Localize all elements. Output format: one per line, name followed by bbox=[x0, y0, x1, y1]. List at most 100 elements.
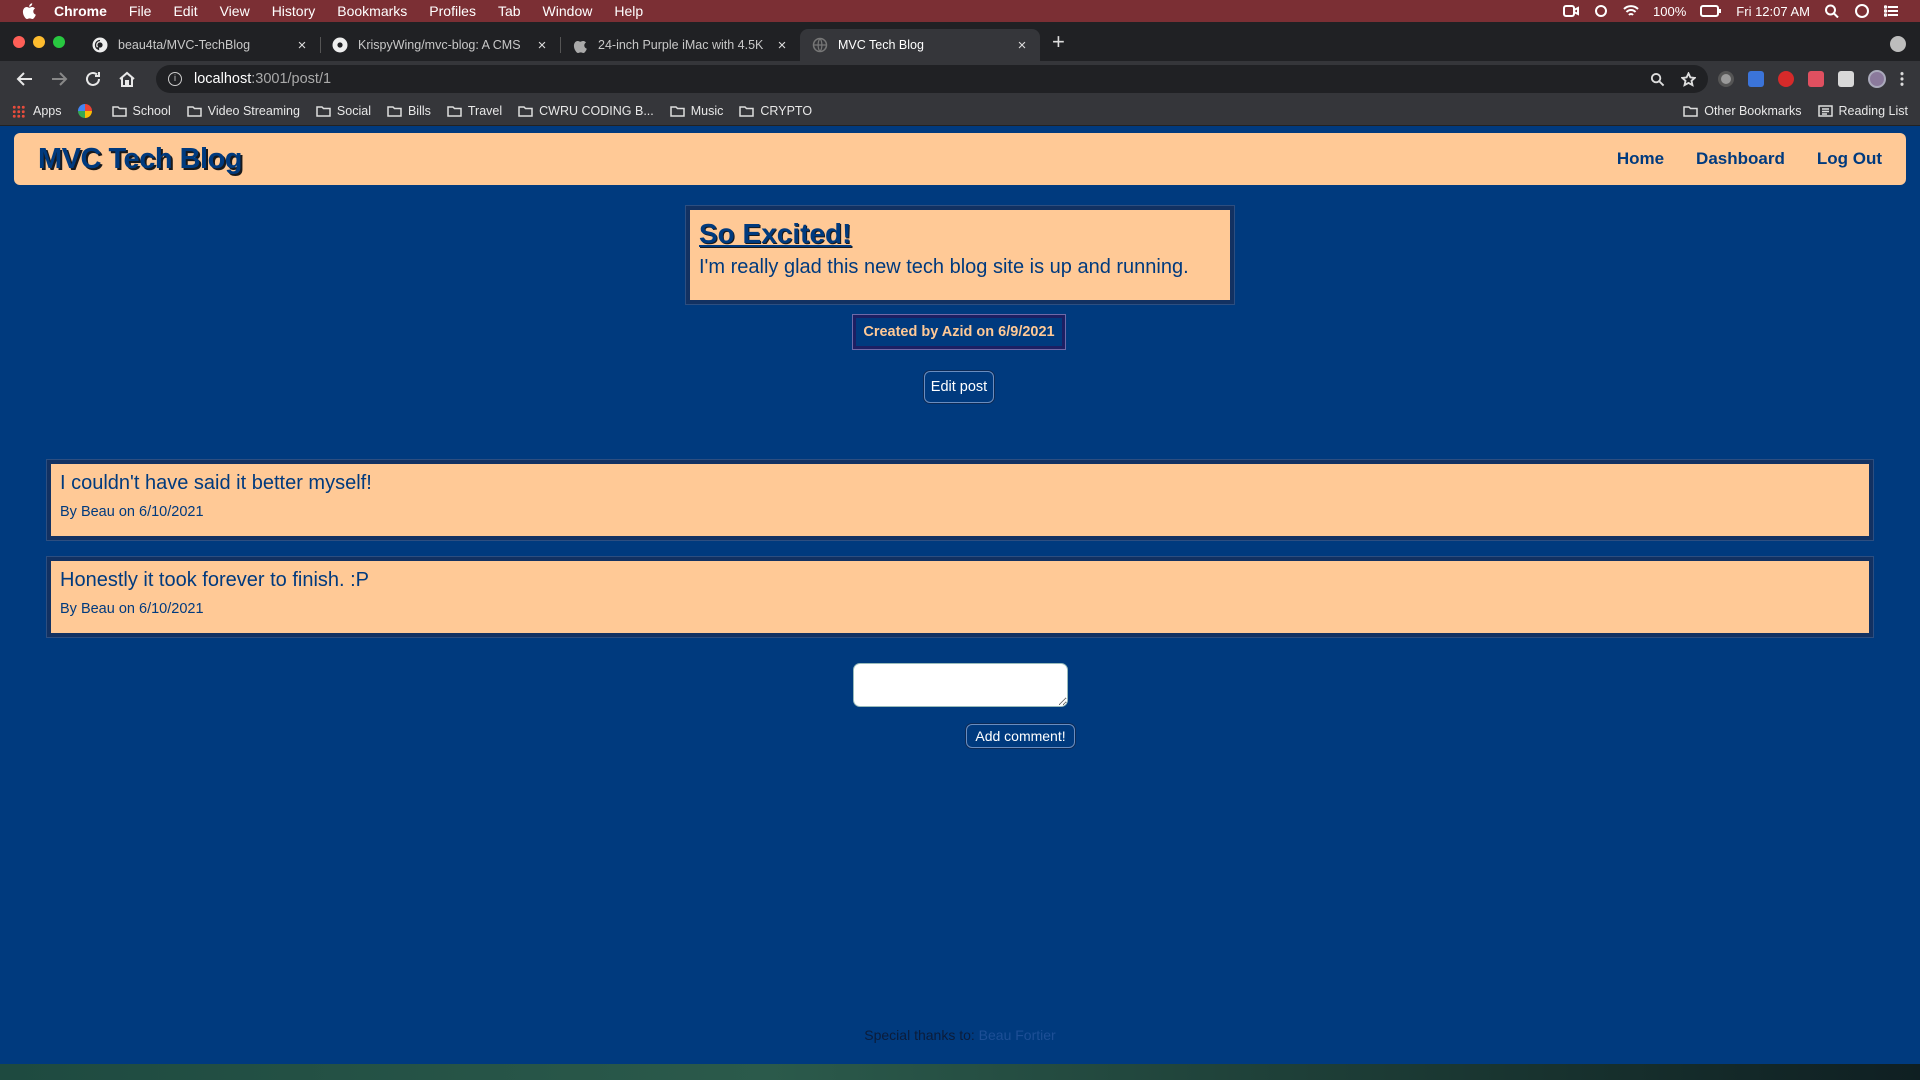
zoom-icon[interactable] bbox=[1650, 72, 1665, 87]
extension-red-icon[interactable] bbox=[1778, 71, 1794, 87]
new-tab-button[interactable]: + bbox=[1052, 29, 1065, 55]
menu-bookmarks[interactable]: Bookmarks bbox=[337, 3, 407, 19]
extension-camera-icon[interactable] bbox=[1748, 71, 1764, 87]
tab-beau4ta-repo[interactable]: beau4ta/MVC-TechBlog × bbox=[80, 29, 320, 61]
apple-icon[interactable] bbox=[22, 3, 36, 19]
control-center-icon[interactable] bbox=[1884, 4, 1900, 18]
bookmark-label: Video Streaming bbox=[207, 104, 300, 118]
bookmark-folder-music[interactable]: Music bbox=[670, 104, 723, 118]
bookmark-label: CWRU CODING B... bbox=[539, 104, 654, 118]
bookmark-folder-school[interactable]: School bbox=[111, 104, 171, 118]
apple-icon bbox=[573, 40, 587, 53]
address-bar[interactable]: i localhost:3001/post/1 bbox=[156, 65, 1708, 93]
bookmark-star-icon[interactable] bbox=[1681, 71, 1696, 87]
post-title-link[interactable]: So Excited! bbox=[699, 218, 1221, 250]
folder-icon bbox=[739, 106, 755, 117]
bookmark-folder-bills[interactable]: Bills bbox=[387, 104, 431, 118]
tab-imac[interactable]: 24-inch Purple iMac with 4.5K × bbox=[560, 29, 800, 61]
close-window-button[interactable] bbox=[13, 36, 25, 48]
arrow-right-icon bbox=[52, 72, 68, 86]
tab-mvc-tech-blog[interactable]: MVC Tech Blog × bbox=[800, 29, 1040, 61]
home-icon bbox=[119, 71, 135, 87]
screen-record-icon[interactable] bbox=[1563, 4, 1580, 18]
forward-button[interactable] bbox=[44, 64, 74, 94]
bookmark-folder-cwru-coding[interactable]: CWRU CODING B... bbox=[518, 104, 654, 118]
bookmark-folder-travel[interactable]: Travel bbox=[447, 104, 502, 118]
tab-search-icon[interactable] bbox=[1890, 36, 1906, 52]
bookmark-label: Travel bbox=[467, 104, 503, 118]
globe-icon bbox=[812, 37, 828, 53]
menu-help[interactable]: Help bbox=[614, 3, 643, 19]
menu-tab[interactable]: Tab bbox=[498, 3, 521, 19]
tab-krispywing-repo[interactable]: KrispyWing/mvc-blog: A CMS × bbox=[320, 29, 560, 61]
post-body: I'm really glad this new tech blog site … bbox=[699, 256, 1189, 278]
comment-input[interactable] bbox=[853, 663, 1068, 707]
bookmark-folder-social[interactable]: Social bbox=[316, 104, 371, 118]
extension-record-icon[interactable] bbox=[1718, 71, 1734, 87]
bookmark-folder-video-streaming[interactable]: Video Streaming bbox=[186, 104, 300, 118]
bookmark-reading-list[interactable]: Reading List bbox=[1817, 104, 1909, 118]
site-title: MVC Tech Blog bbox=[38, 142, 243, 175]
tab-title: MVC Tech Blog bbox=[838, 38, 924, 52]
minimize-window-button[interactable] bbox=[33, 36, 45, 48]
menu-file[interactable]: File bbox=[129, 3, 152, 19]
profile-avatar[interactable] bbox=[1868, 70, 1886, 88]
post-card: So Excited! I'm really glad this new tec… bbox=[686, 206, 1234, 304]
page-viewport: MVC Tech Blog Home Dashboard Log Out So … bbox=[0, 126, 1920, 1064]
wifi-icon[interactable] bbox=[1623, 4, 1639, 18]
close-tab-icon[interactable]: × bbox=[774, 37, 790, 54]
macos-menubar: Chrome File Edit View History Bookmarks … bbox=[0, 0, 1920, 22]
menu-view[interactable]: View bbox=[220, 3, 250, 19]
home-button[interactable] bbox=[112, 64, 142, 94]
folder-icon bbox=[1683, 106, 1698, 117]
close-tab-icon[interactable]: × bbox=[534, 37, 550, 54]
add-comment-button[interactable]: Add comment! bbox=[966, 724, 1075, 748]
battery-icon[interactable] bbox=[1700, 4, 1722, 18]
menubar-clock[interactable]: Fri 12:07 AM bbox=[1736, 4, 1810, 19]
footer-text: Special thanks to: bbox=[864, 1027, 975, 1043]
menu-profiles[interactable]: Profiles bbox=[429, 3, 476, 19]
nav-dashboard-link[interactable]: Dashboard bbox=[1696, 149, 1785, 169]
extensions-puzzle-icon[interactable] bbox=[1838, 71, 1854, 87]
creative-cloud-icon[interactable] bbox=[1593, 4, 1609, 18]
menu-edit[interactable]: Edit bbox=[173, 3, 197, 19]
menu-app-name[interactable]: Chrome bbox=[54, 3, 107, 19]
spotlight-search-icon[interactable] bbox=[1824, 4, 1840, 18]
close-tab-icon[interactable]: × bbox=[1014, 37, 1030, 54]
zoom-window-button[interactable] bbox=[53, 36, 65, 48]
bookmark-folder-crypto[interactable]: CRYPTO bbox=[739, 104, 812, 118]
bookmark-label: Bills bbox=[407, 104, 431, 118]
bookmark-other-bookmarks[interactable]: Other Bookmarks bbox=[1683, 104, 1802, 118]
folder-icon bbox=[447, 106, 462, 117]
comment-text: Honestly it took forever to finish. :P bbox=[60, 569, 370, 591]
bookmarks-bar: Apps School Video Streaming Social Bills… bbox=[0, 97, 1920, 126]
comment-meta: By Beau on 6/10/2021 bbox=[60, 504, 204, 520]
tab-title: KrispyWing/mvc-blog: A CMS bbox=[358, 38, 521, 52]
nav-home-link[interactable]: Home bbox=[1617, 149, 1664, 169]
siri-icon[interactable] bbox=[1854, 4, 1870, 18]
footer-credit-link[interactable]: Beau Fortier bbox=[979, 1027, 1056, 1043]
comment-card: Honestly it took forever to finish. :P B… bbox=[47, 557, 1873, 637]
site-footer: Special thanks to: Beau Fortier bbox=[0, 1027, 1920, 1043]
comment-meta: By Beau on 6/10/2021 bbox=[60, 601, 204, 617]
menu-history[interactable]: History bbox=[272, 3, 316, 19]
folder-icon bbox=[316, 106, 331, 117]
site-info-icon[interactable]: i bbox=[168, 72, 182, 86]
chrome-window: beau4ta/MVC-TechBlog × KrispyWing/mvc-bl… bbox=[0, 22, 1920, 1064]
folder-icon bbox=[111, 106, 127, 117]
close-tab-icon[interactable]: × bbox=[294, 37, 310, 54]
bookmark-google[interactable] bbox=[77, 104, 96, 118]
extension-flag-icon[interactable] bbox=[1808, 71, 1824, 87]
reload-button[interactable] bbox=[78, 64, 108, 94]
bookmark-apps[interactable]: Apps bbox=[12, 104, 62, 118]
menu-window[interactable]: Window bbox=[543, 3, 593, 19]
back-button[interactable] bbox=[10, 64, 40, 94]
bookmark-label: Social bbox=[336, 104, 371, 118]
nav-logout-link[interactable]: Log Out bbox=[1817, 149, 1882, 169]
tab-title: beau4ta/MVC-TechBlog bbox=[118, 38, 251, 52]
edit-post-button[interactable]: Edit post bbox=[924, 371, 994, 403]
bookmark-label: Reading List bbox=[1838, 104, 1909, 118]
battery-percent: 100% bbox=[1653, 3, 1687, 19]
chrome-menu-icon[interactable] bbox=[1900, 71, 1904, 87]
bookmark-label: School bbox=[132, 104, 171, 118]
